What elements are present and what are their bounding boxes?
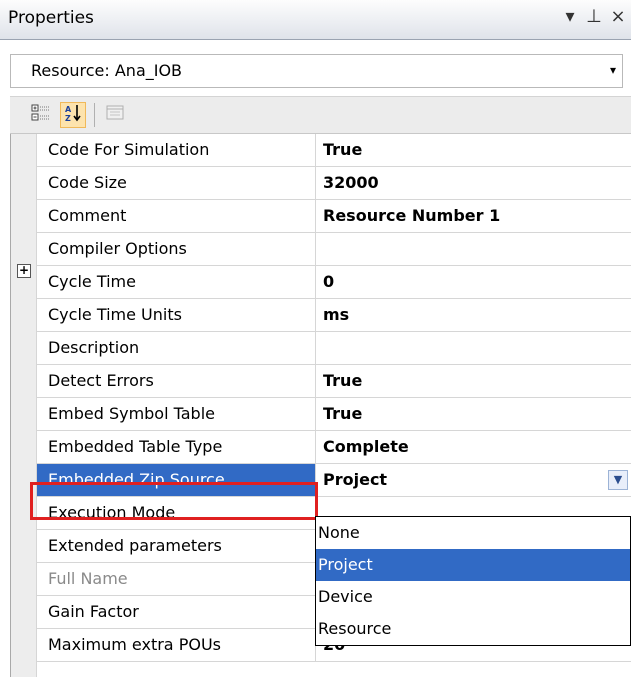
property-name: Execution Mode [37,497,316,530]
object-selector-value: Resource: Ana_IOB [31,61,183,80]
property-name: Maximum extra POUs [37,629,316,662]
property-value: Project [323,470,388,489]
property-value[interactable]: True [316,365,631,398]
property-name: Gain Factor [37,596,316,629]
svg-text:Z: Z [65,114,71,123]
property-row[interactable]: Embed Symbol Table True [37,398,631,431]
sort-az-icon: A Z [63,103,83,127]
property-name: Comment [37,200,316,233]
expand-icon[interactable]: + [17,264,31,278]
properties-title-bar: Properties ▾ ⊥ × [0,0,631,40]
property-value[interactable]: 32000 [316,167,631,200]
property-row[interactable]: Code For Simulation True [37,134,631,167]
property-pages-icon [105,103,125,127]
dropdown-option[interactable]: Device [316,581,630,613]
property-name: Compiler Options [37,233,316,266]
property-row[interactable]: Cycle Time Units ms [37,299,631,332]
panel-title: Properties [8,8,94,28]
property-row[interactable]: Comment Resource Number 1 [37,200,631,233]
property-value[interactable]: 0 [316,266,631,299]
panel-controls: ▾ ⊥ × [561,6,627,27]
property-value[interactable]: True [316,398,631,431]
property-value[interactable] [316,332,631,365]
pin-icon[interactable]: ⊥ [585,6,603,27]
toolbar-separator [94,103,95,127]
chevron-down-icon[interactable]: ▼ [608,470,628,490]
property-name: Full Name [37,563,316,596]
categorized-button[interactable] [28,102,54,128]
property-name: Code Size [37,167,316,200]
property-pages-button[interactable] [102,102,128,128]
dropdown-arrow-icon[interactable]: ▾ [610,63,616,77]
properties-toolbar: A Z [10,96,631,134]
categorized-icon [31,103,51,127]
window-position-icon[interactable]: ▾ [561,6,579,27]
property-row[interactable]: Detect Errors True [37,365,631,398]
property-value[interactable]: Complete [316,431,631,464]
svg-text:A: A [65,105,72,114]
property-name: Embed Symbol Table [37,398,316,431]
property-name: Cycle Time [37,266,316,299]
property-value-combo[interactable]: Project ▼ [316,464,631,497]
property-name: Embedded Table Type [37,431,316,464]
value-dropdown-list[interactable]: None Project Device Resource [315,516,631,646]
grid-gutter: + [11,134,37,677]
property-value[interactable]: ms [316,299,631,332]
property-row[interactable]: Description [37,332,631,365]
object-selector[interactable]: Resource: Ana_IOB ▾ [10,54,623,88]
property-row[interactable]: Embedded Table Type Complete [37,431,631,464]
dropdown-option-selected[interactable]: Project [316,549,630,581]
close-icon[interactable]: × [609,6,627,27]
property-name: Extended parameters [37,530,316,563]
property-row-selected[interactable]: Embedded Zip Source Project ▼ [37,464,631,497]
property-name: Description [37,332,316,365]
dropdown-option[interactable]: None [316,517,630,549]
property-value[interactable] [316,233,631,266]
alphabetical-button[interactable]: A Z [60,102,86,128]
property-row[interactable]: Code Size 32000 [37,167,631,200]
dropdown-option[interactable]: Resource [316,613,630,645]
property-row[interactable]: Compiler Options [37,233,631,266]
property-name: Code For Simulation [37,134,316,167]
property-name: Cycle Time Units [37,299,316,332]
property-name: Detect Errors [37,365,316,398]
property-name: Embedded Zip Source [37,464,316,497]
property-value[interactable]: Resource Number 1 [316,200,631,233]
property-row[interactable]: Cycle Time 0 [37,266,631,299]
property-value[interactable]: True [316,134,631,167]
